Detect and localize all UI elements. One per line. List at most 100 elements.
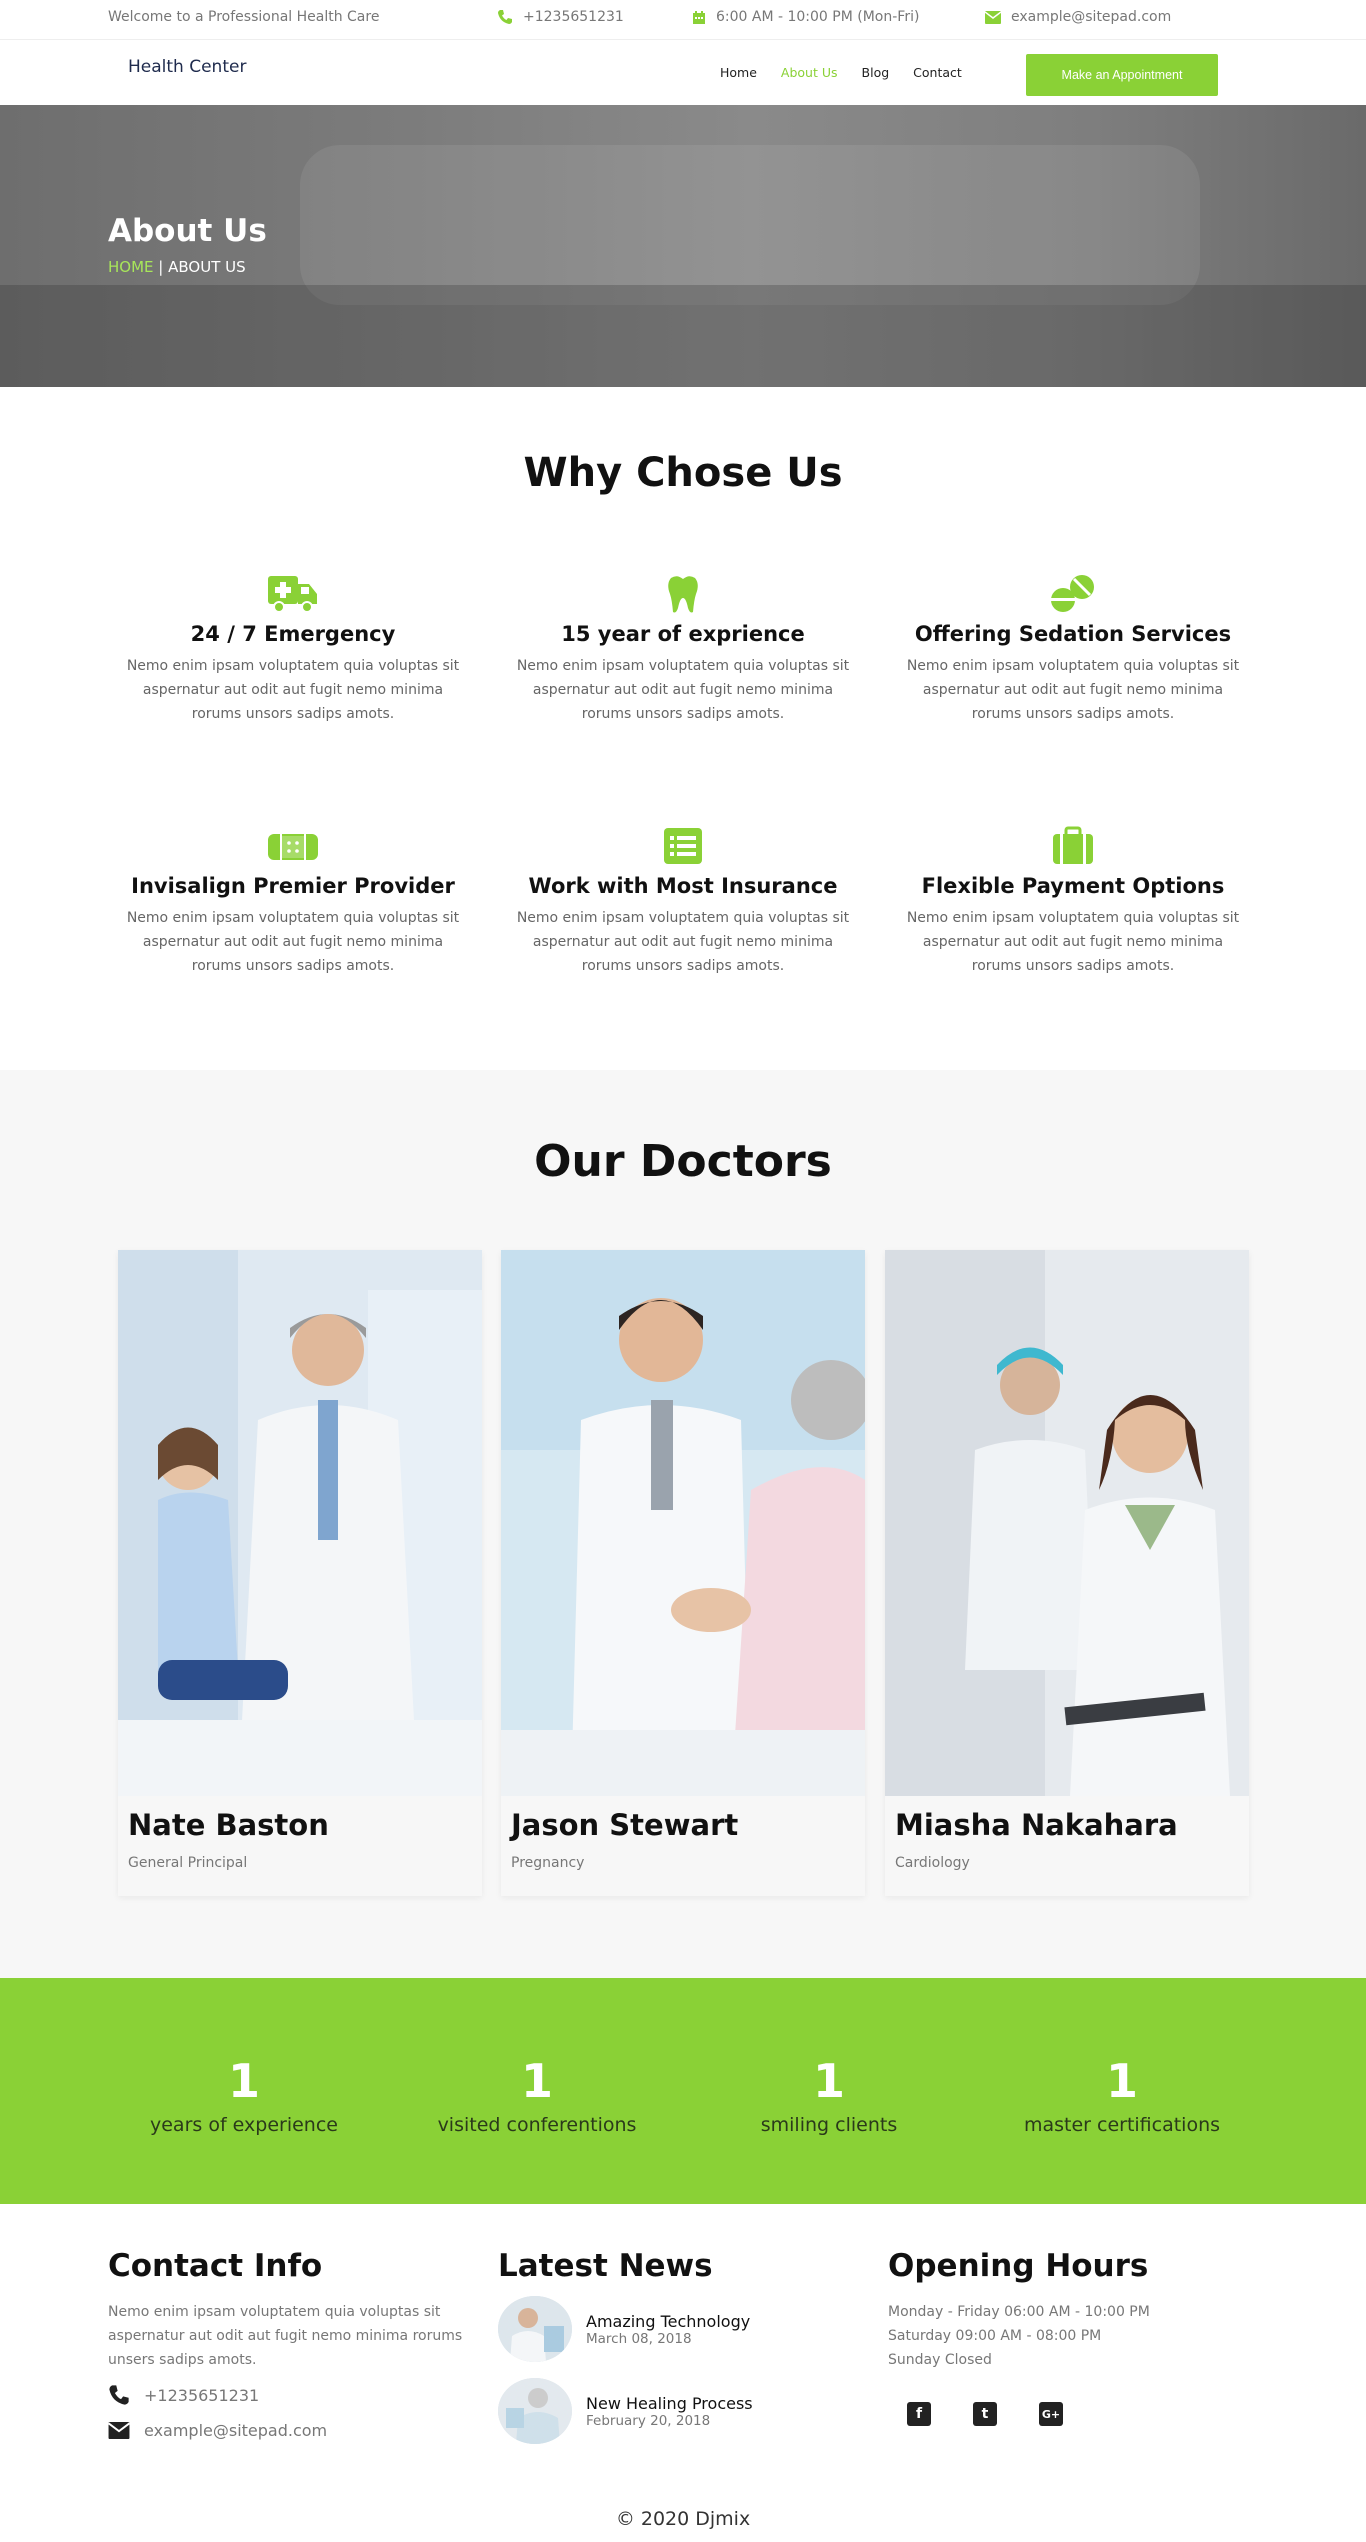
stat-label: master certifications <box>1023 2114 1221 2136</box>
calendar-icon <box>693 10 705 24</box>
facebook-icon[interactable]: f <box>907 2402 931 2426</box>
copyright-text: © 2020 Djmix <box>615 2508 751 2530</box>
doctor-card[interactable]: Miasha Nakahara Cardiology <box>885 1250 1249 1896</box>
nav-item-home[interactable]: Home <box>720 65 757 80</box>
breadcrumb: HOME | ABOUT US <box>108 258 246 276</box>
doctor-card[interactable]: Nate Baston General Principal <box>118 1250 482 1896</box>
news-thumbnail <box>498 2378 572 2444</box>
breadcrumb-home-link[interactable]: HOME <box>108 258 154 276</box>
topbar-phone-text: +1235651231 <box>523 9 624 25</box>
feature-title: 15 year of exprience <box>561 622 805 646</box>
breadcrumb-separator: | <box>158 258 164 276</box>
page-title: About Us <box>108 213 267 249</box>
doctors-section-title: Our Doctors <box>534 1136 832 1187</box>
feature-card: 15 year of exprience Nemo enim ipsam vol… <box>508 574 858 726</box>
brand-logo[interactable]: Health Center <box>128 57 246 77</box>
envelope-icon <box>108 2422 130 2439</box>
opening-hours-line: Sunday Closed <box>888 2352 992 2368</box>
tooth-icon <box>668 576 698 613</box>
phone-icon <box>109 2385 129 2405</box>
news-item[interactable]: New Healing Process February 20, 2018 <box>498 2378 753 2444</box>
opening-hours-line: Saturday 09:00 AM - 08:00 PM <box>888 2328 1102 2344</box>
breadcrumb-current: ABOUT US <box>168 258 246 276</box>
topbar-hours-text: 6:00 AM - 10:00 PM (Mon-Fri) <box>716 9 920 25</box>
page-hero: About Us HOME | ABOUT US <box>0 105 1366 387</box>
news-title[interactable]: Amazing Technology <box>586 2312 750 2331</box>
stat-label: smiling clients <box>760 2114 898 2136</box>
ambulance-icon <box>268 576 317 613</box>
main-navigation: Health Center Home About Us Blog Contact… <box>0 41 1366 105</box>
topbar-email-text: example@sitepad.com <box>1011 9 1172 25</box>
doctors-section: Our Doctors Nate Baston General Principa… <box>0 1070 1366 1978</box>
feature-title: Invisalign Premier Provider <box>131 874 455 898</box>
pills-icon <box>1051 575 1094 612</box>
topbar-email[interactable]: example@sitepad.com <box>985 9 1171 25</box>
hero-background-shade <box>0 285 1366 387</box>
doctor-photo-image <box>885 1250 1249 1796</box>
feature-title: Work with Most Insurance <box>528 874 838 898</box>
feature-card: Work with Most Insurance Nemo enim ipsam… <box>508 826 858 978</box>
doctor-photo-image <box>501 1250 865 1796</box>
doctor-photo <box>501 1250 865 1796</box>
doctor-name[interactable]: Miasha Nakahara <box>895 1808 1178 1842</box>
contact-email[interactable]: example@sitepad.com <box>108 2421 327 2440</box>
feature-title: Flexible Payment Options <box>921 874 1225 898</box>
make-appointment-button[interactable]: Make an Appointment <box>1026 54 1218 96</box>
list-icon <box>664 828 702 864</box>
doctor-name[interactable]: Jason Stewart <box>511 1808 738 1842</box>
feature-text: Nemo enim ipsam voluptatem quia voluptas… <box>516 910 850 974</box>
contact-phone[interactable]: +1235651231 <box>108 2384 259 2406</box>
feature-card: Flexible Payment Options Nemo enim ipsam… <box>898 826 1248 978</box>
opening-hours-title: Opening Hours <box>888 2248 1149 2284</box>
stat-label: years of experience <box>150 2114 338 2136</box>
feature-card: Offering Sedation Services Nemo enim ips… <box>898 574 1248 726</box>
stat-value: 1 <box>227 2054 260 2108</box>
welcome-text: Welcome to a Professional Health Care <box>108 9 380 25</box>
feature-text: Nemo enim ipsam voluptatem quia voluptas… <box>516 658 850 722</box>
doctor-photo <box>118 1250 482 1796</box>
news-date: March 08, 2018 <box>586 2330 692 2347</box>
why-section-title: Why Chose Us <box>523 450 843 496</box>
stat-value: 1 <box>812 2054 845 2108</box>
twitter-icon[interactable]: t <box>973 2402 997 2426</box>
doctor-card[interactable]: Jason Stewart Pregnancy <box>501 1250 865 1896</box>
news-item[interactable]: Amazing Technology March 08, 2018 <box>498 2296 750 2362</box>
doctor-photo-image <box>118 1250 482 1796</box>
stats-section: 1 years of experience 1 visited conferen… <box>0 1978 1366 2204</box>
topbar-hours: 6:00 AM - 10:00 PM (Mon-Fri) <box>692 9 919 25</box>
nav-item-about-us[interactable]: About Us <box>781 65 838 80</box>
doctor-role: Cardiology <box>895 1855 970 1871</box>
feature-text: Nemo enim ipsam voluptatem quia voluptas… <box>906 910 1240 974</box>
topbar-phone[interactable]: +1235651231 <box>497 9 624 25</box>
doctor-role: Pregnancy <box>511 1855 585 1871</box>
phone-icon <box>498 10 512 24</box>
contact-info-text: Nemo enim ipsam voluptatem quia voluptas… <box>108 2304 463 2368</box>
feature-card: Invisalign Premier Provider Nemo enim ip… <box>118 826 468 978</box>
feature-text: Nemo enim ipsam voluptatem quia voluptas… <box>126 658 460 722</box>
hero-background-blur <box>300 145 1200 305</box>
feature-title: 24 / 7 Emergency <box>190 622 396 646</box>
contact-email-text: example@sitepad.com <box>144 2421 328 2440</box>
opening-hours-list: Monday - Friday 06:00 AM - 10:00 PM Satu… <box>888 2300 1150 2372</box>
stat-item: 1 years of experience <box>98 2054 390 2136</box>
google-plus-icon[interactable]: G+ <box>1039 2402 1063 2426</box>
stat-item: 1 visited conferentions <box>391 2054 683 2136</box>
nav-item-contact[interactable]: Contact <box>913 65 962 80</box>
stat-item: 1 master certifications <box>976 2054 1268 2136</box>
stat-value: 1 <box>1105 2054 1138 2108</box>
stat-item: 1 smiling clients <box>683 2054 975 2136</box>
band-aid-icon <box>268 834 318 860</box>
feature-text: Nemo enim ipsam voluptatem quia voluptas… <box>126 910 460 974</box>
top-bar: Welcome to a Professional Health Care +1… <box>0 0 1366 40</box>
contact-phone-text: +1235651231 <box>144 2385 260 2405</box>
nav-menu: Home About Us Blog Contact <box>720 65 962 80</box>
doctor-photo <box>885 1250 1249 1796</box>
feature-title: Offering Sedation Services <box>914 622 1232 646</box>
doctor-name[interactable]: Nate Baston <box>128 1808 329 1842</box>
opening-hours-line: Monday - Friday 06:00 AM - 10:00 PM <box>888 2304 1150 2320</box>
feature-text: Nemo enim ipsam voluptatem quia voluptas… <box>906 658 1240 722</box>
news-title[interactable]: New Healing Process <box>586 2394 753 2413</box>
nav-item-blog[interactable]: Blog <box>862 65 890 80</box>
suitcase-icon <box>1053 826 1093 864</box>
latest-news-title: Latest News <box>498 2248 713 2284</box>
